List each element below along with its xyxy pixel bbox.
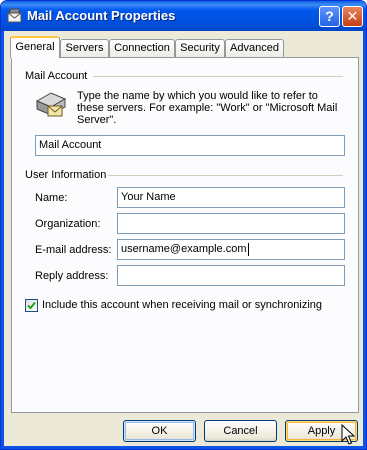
help-button[interactable]: ? (319, 6, 340, 27)
mail-account-group-label: Mail Account (25, 70, 88, 82)
tab-connection[interactable]: Connection (109, 39, 175, 57)
account-name-input[interactable]: Mail Account (35, 135, 345, 156)
user-information-group-label: User Information (25, 169, 107, 181)
window-frame-left (1, 31, 4, 449)
tab-advanced[interactable]: Advanced (225, 39, 284, 57)
mouse-cursor-icon (341, 424, 355, 445)
include-account-checkbox[interactable] (25, 299, 38, 312)
window-title: Mail Account Properties (27, 8, 176, 23)
email-address-input[interactable]: username@example.com (117, 239, 345, 260)
ok-button[interactable]: OK (123, 420, 196, 442)
name-input[interactable]: Your Name (117, 187, 345, 208)
name-label: Name: (35, 192, 68, 204)
tab-servers[interactable]: Servers (60, 39, 109, 57)
email-address-value: username@example.com (121, 243, 247, 255)
dialog-window: Mail Account Properties ? ✕ General Serv… (0, 0, 367, 450)
title-bar[interactable]: Mail Account Properties ? ✕ (1, 1, 366, 31)
reply-address-input[interactable] (117, 265, 345, 286)
organization-label: Organization: (35, 218, 101, 230)
window-frame-bottom (1, 446, 366, 449)
tab-general[interactable]: General (10, 36, 60, 58)
group-divider (93, 76, 343, 77)
mail-server-icon (35, 92, 67, 117)
close-button[interactable]: ✕ (342, 6, 363, 27)
window-frame-right (363, 31, 366, 449)
email-address-label: E-mail address: (35, 244, 112, 256)
checkmark-icon (27, 301, 36, 310)
cancel-button[interactable]: Cancel (204, 420, 277, 442)
mail-properties-icon (7, 8, 22, 23)
organization-input[interactable] (117, 213, 345, 234)
account-name-value: Mail Account (39, 139, 102, 151)
reply-address-label: Reply address: (35, 270, 109, 282)
name-value: Your Name (121, 191, 176, 203)
tab-security[interactable]: Security (175, 39, 225, 57)
text-caret (247, 242, 249, 256)
mail-account-description: Type the name by which you would like to… (77, 90, 338, 126)
group-divider (108, 175, 343, 176)
include-account-label[interactable]: Include this account when receiving mail… (42, 299, 322, 311)
